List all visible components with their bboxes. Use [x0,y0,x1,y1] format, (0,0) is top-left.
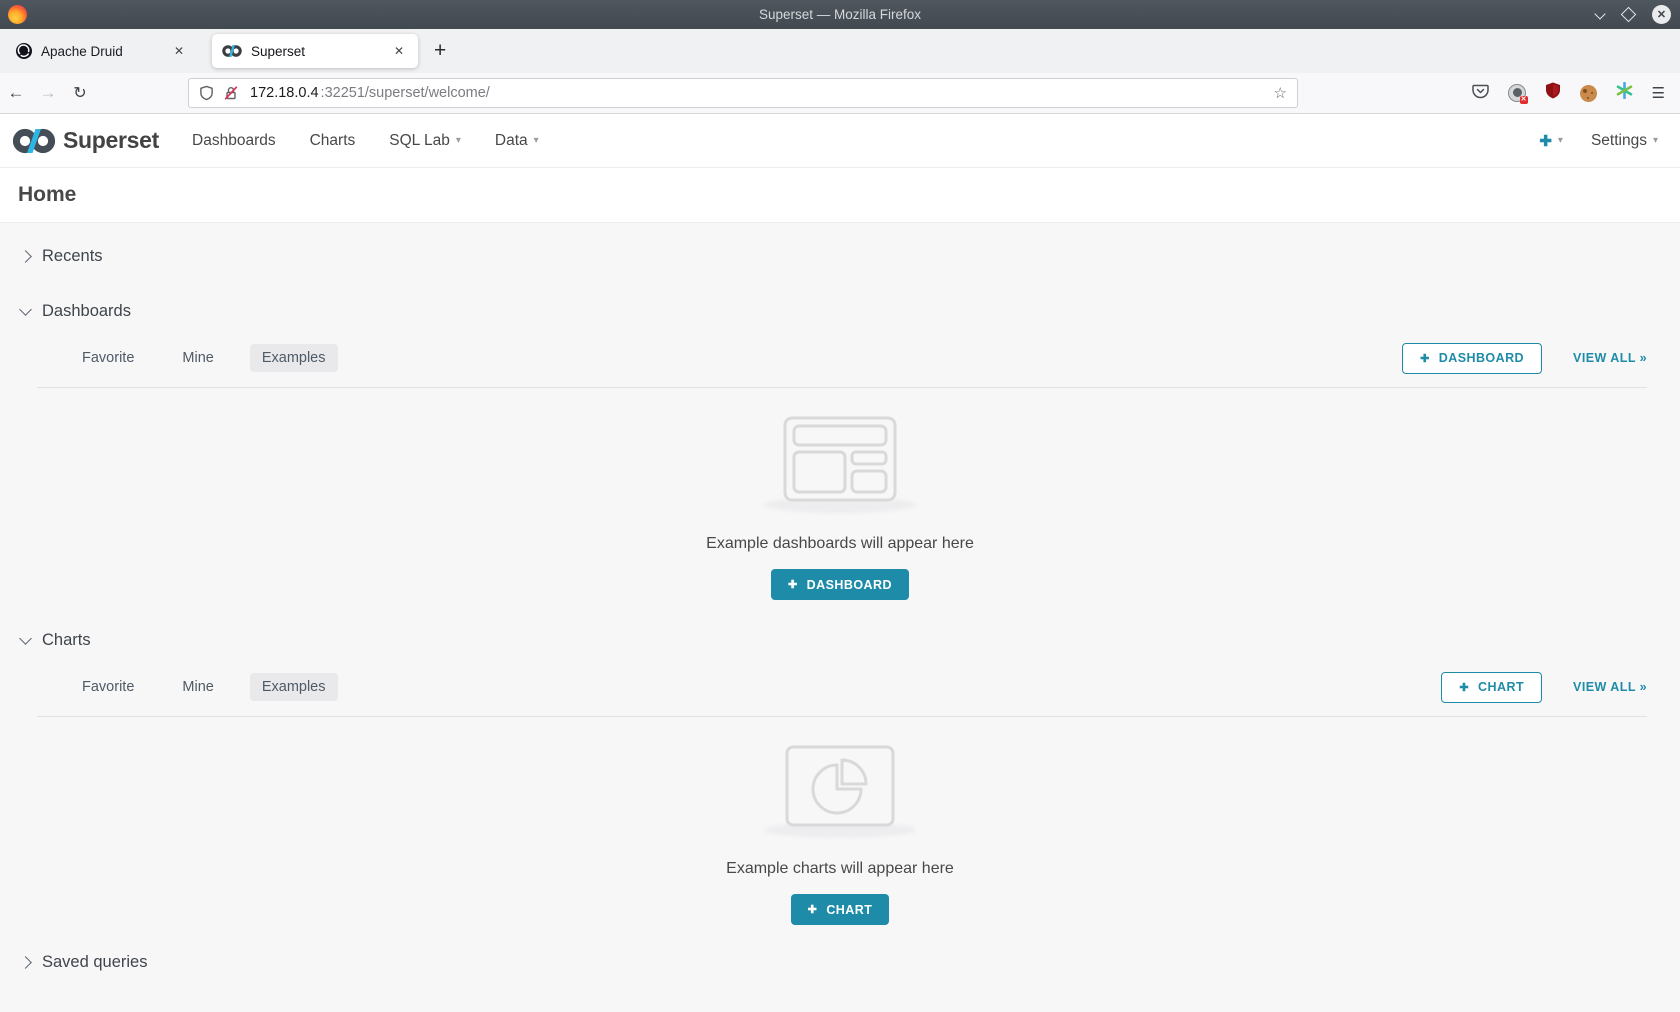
new-dashboard-button[interactable]: ✚ DASHBOARD [1402,343,1542,374]
plus-icon: ✚ [1459,681,1469,694]
home-content: Recents Dashboards Favorite Mine Example… [0,241,1680,975]
url-bar[interactable]: 172.18.0.4 :32251/superset/welcome/ ☆ [188,78,1298,108]
tab-close-icon[interactable]: ✕ [170,42,188,60]
page-title: Home [18,183,76,207]
back-icon[interactable]: ← [0,83,32,103]
plus-icon: ✚ [1420,352,1430,365]
menu-item-charts[interactable]: Charts [293,132,373,150]
dashboards-empty-state: Example dashboards will appear here ✚ DA… [0,388,1680,600]
dashboards-controls: Favorite Mine Examples ✚ DASHBOARD VIEW … [33,342,1647,374]
chevron-down-icon [19,303,32,316]
browser-tab-apache-druid[interactable]: Apache Druid ✕ [6,34,198,68]
tab-examples[interactable]: Examples [250,344,338,372]
url-host: 172.18.0.4 [250,85,319,101]
menu-item-dashboards[interactable]: Dashboards [175,132,293,150]
create-dashboard-button[interactable]: ✚ DASHBOARD [771,569,909,600]
view-all-dashboards-link[interactable]: VIEW ALL » [1573,351,1647,365]
druid-favicon-icon [16,43,32,59]
tab-mine[interactable]: Mine [170,673,225,701]
menu-item-data[interactable]: Data ▾ [478,132,556,150]
reload-icon[interactable]: ↻ [64,83,96,103]
charts-empty-state: Example charts will appear here ✚ CHART [0,717,1680,925]
toolbar-extensions: ☰ [1472,82,1665,104]
superset-favicon-icon [222,44,242,58]
forward-icon[interactable]: → [32,83,64,103]
charts-empty-text: Example charts will appear here [0,860,1680,878]
superset-navbar: Superset Dashboards Charts SQL Lab ▾ Dat… [0,114,1680,168]
menu-icon[interactable]: ☰ [1652,84,1665,102]
charts-actions: ✚ CHART VIEW ALL » [1441,672,1647,703]
view-all-charts-link[interactable]: VIEW ALL » [1573,680,1647,694]
tab-favorite[interactable]: Favorite [70,344,146,372]
tab-examples[interactable]: Examples [250,673,338,701]
brand-name: Superset [63,127,159,154]
insecure-lock-icon[interactable] [223,85,239,101]
section-header-charts[interactable]: Charts [0,625,1680,655]
browser-toolbar: ← → ↻ 172.18.0.4 :32251/superset/welcome… [0,73,1680,114]
browser-tab-superset[interactable]: Superset ✕ [212,34,418,68]
pocket-icon[interactable] [1472,83,1489,104]
section-header-dashboards[interactable]: Dashboards [0,296,1680,326]
new-tab-button[interactable]: + [434,39,446,63]
new-chart-button[interactable]: ✚ CHART [1441,672,1542,703]
firefox-icon [8,5,27,24]
section-header-recents[interactable]: Recents [0,241,1680,271]
caret-down-icon: ▾ [456,135,461,146]
plus-icon: ✚ [808,903,818,916]
menu-item-sql-lab[interactable]: SQL Lab ▾ [372,132,478,150]
extension-asterisk-icon[interactable] [1616,82,1633,104]
new-item-menu[interactable]: ✚ ▾ [1539,132,1563,150]
account-containers-icon[interactable] [1508,84,1526,102]
caret-down-icon: ▾ [1653,135,1658,146]
cookie-editor-icon[interactable] [1580,85,1597,102]
url-path: :32251/superset/welcome/ [321,85,490,101]
bookmark-star-icon[interactable]: ☆ [1274,84,1287,102]
dashboards-empty-text: Example dashboards will appear here [0,535,1680,553]
charts-controls: Favorite Mine Examples ✚ CHART VIEW ALL … [33,671,1647,703]
tab-title: Apache Druid [41,44,170,59]
window-titlebar: Superset — Mozilla Firefox ✕ [0,0,1680,29]
chevron-right-icon [19,956,32,969]
dashboards-filter-tabs: Favorite Mine Examples [70,344,362,372]
chevron-down-icon [19,632,32,645]
window-maximize-icon[interactable] [1621,7,1637,23]
navbar-right: ✚ ▾ Settings ▾ [1539,132,1658,150]
plus-icon: ✚ [788,578,798,591]
window-close-icon[interactable]: ✕ [1652,5,1671,24]
main-menu: Dashboards Charts SQL Lab ▾ Data ▾ [175,132,556,150]
ublock-origin-icon[interactable] [1545,82,1561,104]
plus-icon: ✚ [1539,132,1552,150]
section-header-saved-queries[interactable]: Saved queries [0,947,1680,977]
window-minimize-icon[interactable] [1595,10,1605,20]
tab-favorite[interactable]: Favorite [70,673,146,701]
caret-down-icon: ▾ [1558,135,1563,146]
tab-title: Superset [251,44,390,59]
window-controls: ✕ [1595,5,1671,24]
tab-mine[interactable]: Mine [170,344,225,372]
chart-placeholder-image [785,745,895,832]
window-title: Superset — Mozilla Firefox [0,7,1680,22]
tab-close-icon[interactable]: ✕ [390,42,408,60]
create-chart-button[interactable]: ✚ CHART [791,894,890,925]
chevron-right-icon [19,250,32,263]
superset-infinity-icon [12,127,56,155]
charts-filter-tabs: Favorite Mine Examples [70,673,362,701]
superset-logo[interactable]: Superset [12,127,159,155]
tracking-protection-shield-icon[interactable] [199,85,214,101]
caret-down-icon: ▾ [534,135,539,146]
dashboards-actions: ✚ DASHBOARD VIEW ALL » [1402,343,1647,374]
dashboard-placeholder-image [783,416,897,507]
settings-menu[interactable]: Settings ▾ [1591,132,1658,150]
page-header: Home [0,168,1680,223]
browser-tab-strip: Apache Druid ✕ Superset ✕ + [0,29,1680,73]
